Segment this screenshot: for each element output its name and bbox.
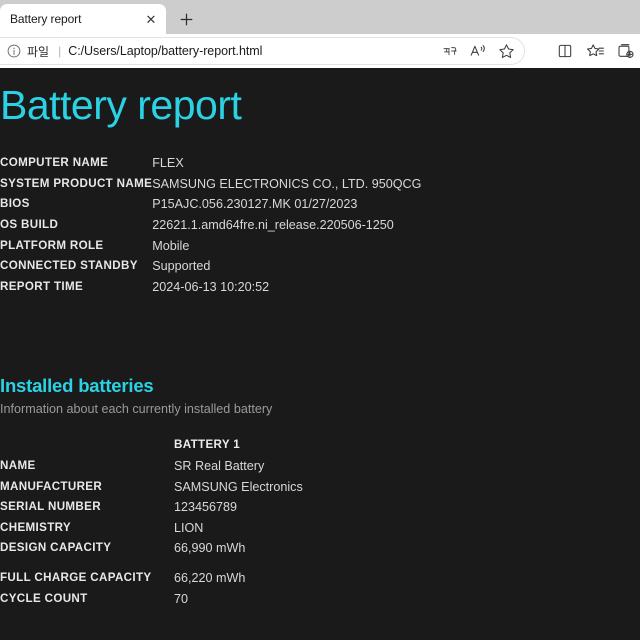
page-title: Battery report [0, 82, 242, 128]
row-value: SR Real Battery [174, 459, 265, 473]
table-row: SYSTEM PRODUCT NAME SAMSUNG ELECTRONICS … [0, 178, 421, 199]
row-value: 123456789 [174, 500, 238, 515]
table-header-row: BATTERY 1 [0, 439, 303, 460]
browser-toolbar: 파일 | C:/Users/Laptop/battery-report.html [0, 34, 640, 68]
tab-strip: Battery report ✕ [0, 0, 640, 34]
row-value: 70 [174, 591, 189, 606]
table-row: DESIGN CAPACITY 66,990 mWh [0, 542, 303, 563]
row-key: COMPUTER NAME [0, 156, 109, 170]
address-bar[interactable]: 파일 | C:/Users/Laptop/battery-report.html [0, 37, 525, 65]
table-row: CHEMISTRY LION [0, 522, 303, 543]
table-row: COMPUTER NAME FLEX [0, 157, 421, 178]
row-key: SYSTEM PRODUCT NAME [0, 176, 153, 190]
row-key: OS BUILD [0, 218, 59, 232]
read-aloud-icon[interactable] [465, 38, 491, 64]
info-circle-glyph [7, 44, 21, 58]
row-key: FULL CHARGE CAPACITY [0, 570, 152, 584]
table-row: REPORT TIME 2024-06-13 10:20:52 [0, 281, 421, 302]
row-key: SERIAL NUMBER [0, 500, 101, 514]
tab-battery-report[interactable]: Battery report ✕ [0, 4, 166, 34]
browser-window: Battery report ✕ 파일 | C:/Users/Laptop/ba… [0, 0, 640, 640]
collections-icon[interactable] [612, 38, 638, 64]
table-row: PLATFORM ROLE Mobile [0, 238, 421, 261]
installed-batteries-subheading: Information about each currently install… [0, 402, 273, 417]
row-value: SAMSUNG ELECTRONICS CO., LTD. 950QCG [152, 176, 422, 191]
installed-batteries-table: BATTERY 1 NAME SR Real Battery MANUFACTU… [0, 439, 303, 613]
row-value: Supported [152, 259, 211, 274]
table-row: NAME SR Real Battery [0, 460, 303, 481]
row-key-blank [0, 439, 174, 460]
row-value: SAMSUNG Electronics [174, 479, 303, 494]
table-row: BIOS P15AJC.056.230127.MK 01/27/2023 [0, 198, 421, 219]
table-row: SERIAL NUMBER 123456789 [0, 501, 303, 522]
row-value: 2024-06-13 10:20:52 [152, 279, 270, 294]
row-key: CONNECTED STANDBY [0, 259, 138, 273]
star-outline-glyph [498, 44, 514, 58]
ime-korean-icon[interactable] [437, 38, 463, 64]
table-row: CONNECTED STANDBY Supported [0, 260, 421, 281]
battery-report-document: Battery report COMPUTER NAME FLEX SYSTEM… [0, 68, 640, 613]
table-row: MANUFACTURER SAMSUNG Electronics [0, 479, 303, 502]
plus-icon [180, 13, 192, 25]
row-value: 22621.1.amd64fre.ni_release.220506-1250 [152, 218, 394, 233]
installed-batteries-heading: Installed batteries [0, 375, 154, 397]
system-info-body: COMPUTER NAME FLEX SYSTEM PRODUCT NAME S… [0, 157, 421, 301]
address-scheme-label: 파일 [27, 44, 50, 59]
table-row: CYCLE COUNT 70 [0, 591, 303, 614]
row-key: REPORT TIME [0, 279, 84, 293]
row-key: NAME [0, 459, 36, 472]
toolbar-right-actions [552, 38, 638, 64]
read-aloud-glyph [470, 45, 485, 56]
favorites-star-lines-glyph [586, 44, 604, 57]
row-key: DESIGN CAPACITY [0, 541, 112, 555]
split-screen-icon[interactable] [552, 38, 578, 64]
system-info-table: COMPUTER NAME FLEX SYSTEM PRODUCT NAME S… [0, 157, 421, 301]
collections-add-glyph [617, 44, 634, 58]
address-separator: | [58, 44, 62, 58]
row-value: P15AJC.056.230127.MK 01/27/2023 [152, 197, 358, 212]
installed-batteries-body: BATTERY 1 NAME SR Real Battery MANUFACTU… [0, 439, 303, 613]
row-key: CHEMISTRY [0, 520, 71, 534]
table-row: OS BUILD 22621.1.amd64fre.ni_release.220… [0, 219, 421, 240]
row-value: 66,220 mWh [174, 570, 246, 585]
info-circle-icon[interactable] [6, 43, 22, 59]
column-header-battery-1: BATTERY 1 [174, 438, 241, 452]
table-row: FULL CHARGE CAPACITY 66,220 mWh [0, 572, 303, 593]
split-screen-glyph [558, 44, 572, 58]
new-tab-button[interactable] [173, 6, 199, 32]
row-value: LION [174, 520, 204, 535]
ime-korean-glyph [443, 46, 457, 55]
row-key: BIOS [0, 197, 30, 211]
row-value: Mobile [152, 238, 190, 253]
favorite-star-icon[interactable] [493, 38, 519, 64]
row-key: MANUFACTURER [0, 479, 103, 493]
row-value: 66,990 mWh [174, 541, 246, 556]
favorites-icon[interactable] [582, 38, 608, 64]
close-icon[interactable]: ✕ [142, 10, 160, 28]
row-key: PLATFORM ROLE [0, 238, 104, 252]
row-key: CYCLE COUNT [0, 591, 88, 605]
page-viewport: Battery report COMPUTER NAME FLEX SYSTEM… [0, 68, 640, 640]
row-value: FLEX [152, 156, 184, 171]
address-bar-actions [437, 37, 519, 65]
tab-title: Battery report [10, 12, 82, 26]
